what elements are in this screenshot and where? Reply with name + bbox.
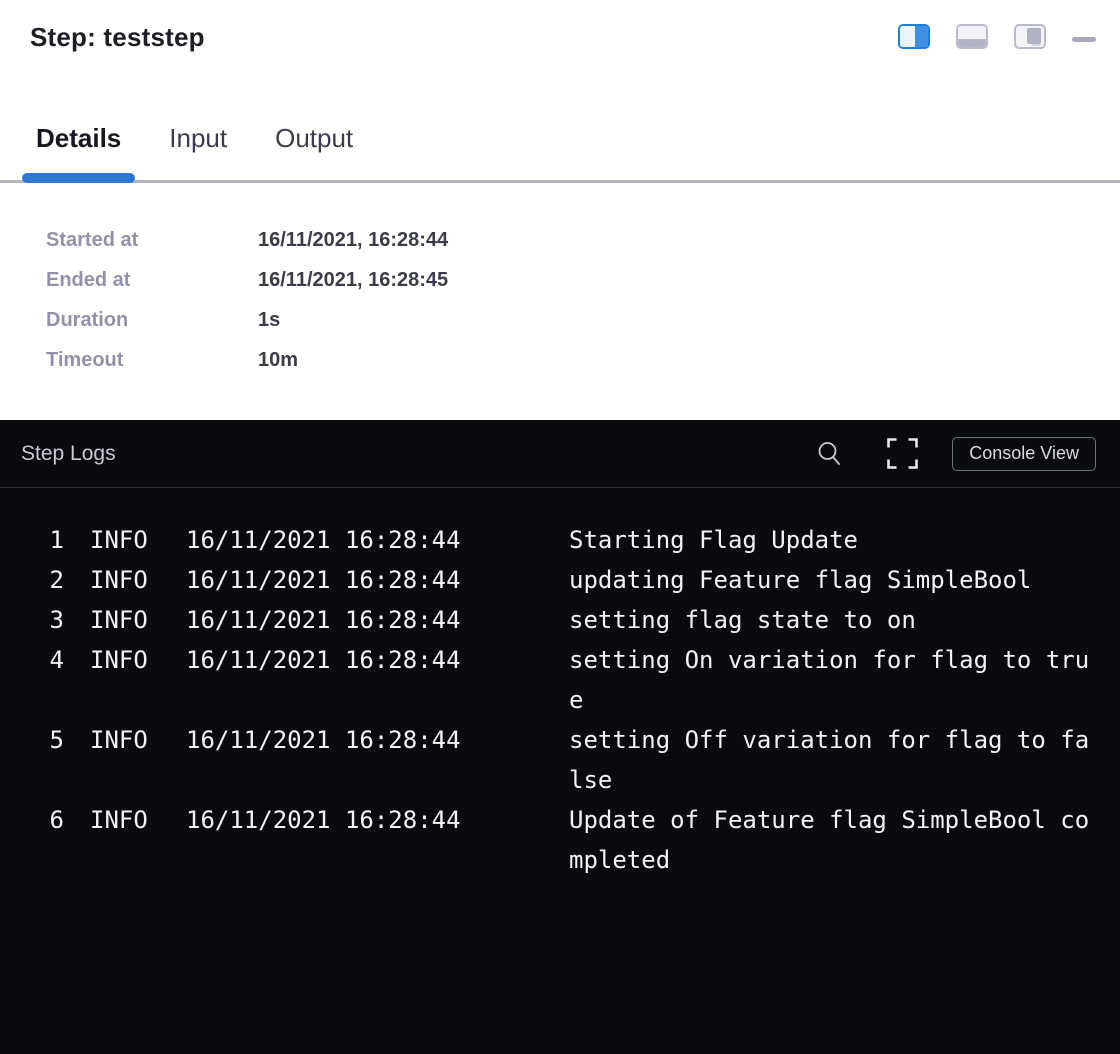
log-line: 6 INFO 16/11/2021 16:28:44 Update of Fea… xyxy=(30,800,1120,880)
detail-row: Duration 1s xyxy=(46,309,1120,349)
log-level: INFO xyxy=(64,560,186,600)
step-panel: Step: teststep Details Input Output xyxy=(0,0,1120,1054)
log-level: INFO xyxy=(64,600,186,640)
log-message: Starting Flag Update xyxy=(569,520,1096,560)
step-logs-title: Step Logs xyxy=(21,442,817,466)
detail-label: Duration xyxy=(46,309,258,332)
step-logs-header: Step Logs Console View xyxy=(0,420,1120,488)
detail-row: Timeout 10m xyxy=(46,349,1120,389)
log-timestamp: 16/11/2021 16:28:44 xyxy=(186,640,569,680)
log-timestamp: 16/11/2021 16:28:44 xyxy=(186,520,569,560)
expand-icon xyxy=(887,438,918,469)
log-line-number: 3 xyxy=(30,600,64,640)
log-timestamp: 16/11/2021 16:28:44 xyxy=(186,560,569,600)
log-message: Update of Feature flag SimpleBool comple… xyxy=(569,800,1096,880)
step-logs-panel: Step Logs Console View xyxy=(0,420,1120,1054)
log-line: 2 INFO 16/11/2021 16:28:44 updating Feat… xyxy=(30,560,1120,600)
log-level: INFO xyxy=(64,800,186,840)
split-bottom-icon xyxy=(958,26,986,39)
log-message: setting flag state to on xyxy=(569,600,1096,640)
expand-button[interactable] xyxy=(887,438,918,469)
console-view-button[interactable]: Console View xyxy=(952,437,1096,471)
step-logs-body: 1 INFO 16/11/2021 16:28:44 Starting Flag… xyxy=(0,488,1120,1054)
tab-details[interactable]: Details xyxy=(22,122,135,180)
log-message: updating Feature flag SimpleBool xyxy=(569,560,1096,600)
log-line-number: 2 xyxy=(30,560,64,600)
search-button[interactable] xyxy=(817,441,841,466)
page-title: Step: teststep xyxy=(30,22,205,52)
log-line: 3 INFO 16/11/2021 16:28:44 setting flag … xyxy=(30,600,1120,640)
log-level: INFO xyxy=(64,520,186,560)
tab-label: Input xyxy=(169,123,227,153)
minimize-button[interactable] xyxy=(1072,37,1096,42)
split-right-view-button[interactable] xyxy=(898,24,930,49)
log-line-number: 1 xyxy=(30,520,64,560)
tab-output[interactable]: Output xyxy=(261,122,367,180)
log-level: INFO xyxy=(64,720,186,760)
floating-view-button[interactable] xyxy=(1014,24,1046,49)
log-timestamp: 16/11/2021 16:28:44 xyxy=(186,600,569,640)
detail-row: Started at 16/11/2021, 16:28:44 xyxy=(46,229,1120,269)
detail-value: 16/11/2021, 16:28:45 xyxy=(258,269,448,292)
details-section: Started at 16/11/2021, 16:28:44 Ended at… xyxy=(0,183,1120,420)
log-timestamp: 16/11/2021 16:28:44 xyxy=(186,720,569,760)
log-level: INFO xyxy=(64,640,186,680)
detail-value: 1s xyxy=(258,309,280,332)
detail-value: 16/11/2021, 16:28:44 xyxy=(258,229,448,252)
tabs: Details Input Output xyxy=(0,122,1120,183)
log-line: 4 INFO 16/11/2021 16:28:44 setting On va… xyxy=(30,640,1120,720)
detail-value: 10m xyxy=(258,349,298,372)
split-right-icon xyxy=(900,26,915,47)
log-message: setting On variation for flag to true xyxy=(569,640,1096,720)
log-line-number: 6 xyxy=(30,800,64,840)
detail-row: Ended at 16/11/2021, 16:28:45 xyxy=(46,269,1120,309)
log-message: setting Off variation for flag to false xyxy=(569,720,1096,800)
search-icon xyxy=(817,441,841,466)
detail-label: Started at xyxy=(46,229,258,252)
detail-label: Timeout xyxy=(46,349,258,372)
floating-view-icon xyxy=(1027,28,1041,44)
tab-input[interactable]: Input xyxy=(155,122,241,180)
log-line: 5 INFO 16/11/2021 16:28:44 setting Off v… xyxy=(30,720,1120,800)
layout-controls xyxy=(898,22,1096,49)
split-bottom-view-button[interactable] xyxy=(956,24,988,49)
log-line: 1 INFO 16/11/2021 16:28:44 Starting Flag… xyxy=(30,520,1120,560)
tab-label: Details xyxy=(36,123,121,153)
log-line-number: 4 xyxy=(30,640,64,680)
tab-label: Output xyxy=(275,123,353,153)
log-timestamp: 16/11/2021 16:28:44 xyxy=(186,800,569,840)
log-line-number: 5 xyxy=(30,720,64,760)
detail-label: Ended at xyxy=(46,269,258,292)
titlebar: Step: teststep xyxy=(0,0,1120,52)
